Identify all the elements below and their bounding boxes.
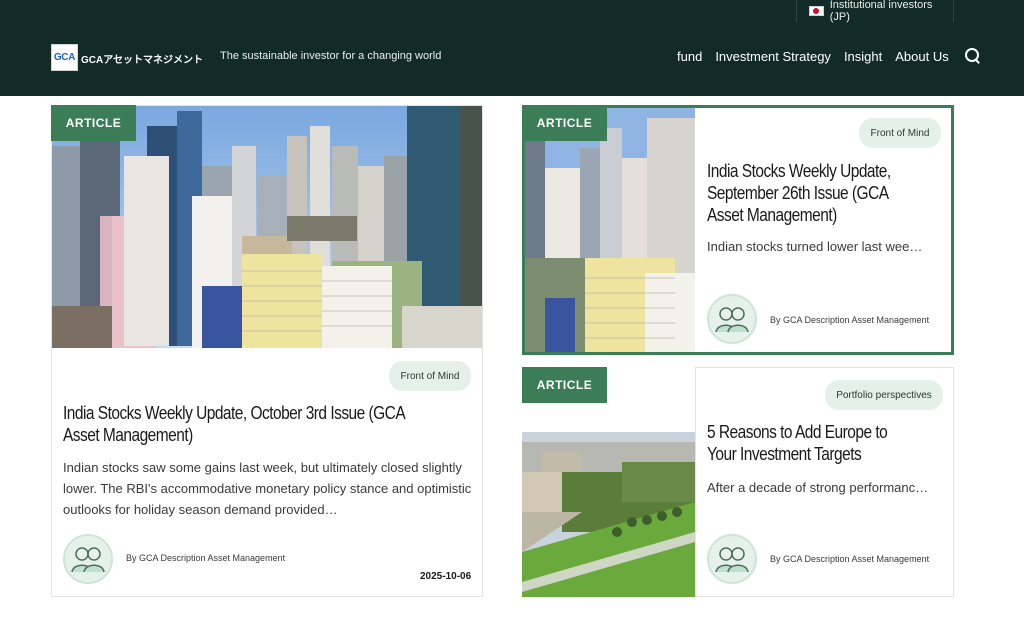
publish-date: 2025-10-06 xyxy=(420,571,472,582)
language-label: Institutional investors (JP) xyxy=(829,0,933,23)
logo[interactable]: GCA xyxy=(51,44,78,71)
article-excerpt: Indian stocks saw some gains last week, … xyxy=(63,460,472,517)
article-title[interactable]: 5 Reasons to Add Europe to Your Investme… xyxy=(707,421,913,465)
tagline: The sustainable investor for a changing … xyxy=(220,50,442,62)
category-tag[interactable]: Front of Mind xyxy=(859,118,941,148)
nav-investment-strategy[interactable]: Investment Strategy xyxy=(715,49,831,64)
article-card-1[interactable]: ARTICLE Front of Mind India Stocks Weekl… xyxy=(51,105,483,597)
article-badge: ARTICLE xyxy=(522,105,607,141)
main-nav: fund Investment Strategy Insight About U… xyxy=(677,48,981,64)
article-excerpt: After a decade of strong performanc… xyxy=(707,480,929,495)
article-title[interactable]: India Stocks Weekly Update, October 3rd … xyxy=(63,402,407,446)
japan-flag-icon xyxy=(809,6,824,16)
article-image-city xyxy=(52,106,482,348)
article-card-2[interactable]: ARTICLE Front of Mind India Stocks Weekl… xyxy=(522,105,954,355)
author-name: By GCA Description Asset Management xyxy=(770,554,930,564)
language-switcher[interactable]: Institutional investors (JP) xyxy=(796,0,954,23)
nav-fund[interactable]: fund xyxy=(677,49,702,64)
logo-mark: GCA xyxy=(53,52,76,63)
article-badge: ARTICLE xyxy=(522,367,607,403)
category-tag[interactable]: Front of Mind xyxy=(389,361,471,391)
author-avatar-icon xyxy=(707,534,757,584)
search-icon[interactable] xyxy=(964,48,981,64)
author-name: By GCA Description Asset Management xyxy=(770,315,930,325)
author-name: By GCA Description Asset Management xyxy=(126,553,286,563)
author-avatar-icon xyxy=(707,294,757,344)
nav-about-us[interactable]: About Us xyxy=(895,49,948,64)
article-image-park xyxy=(522,432,695,597)
logo-text[interactable]: GCAアセットマネジメント xyxy=(81,51,203,66)
article-excerpt: Indian stocks turned lower last wee… xyxy=(707,239,923,254)
article-title[interactable]: India Stocks Weekly Update, September 26… xyxy=(707,160,913,226)
site-header: Institutional investors (JP) GCA GCAアセット… xyxy=(0,0,1024,96)
author-avatar-icon xyxy=(63,534,113,584)
category-tag[interactable]: Portfolio perspectives xyxy=(825,380,943,410)
article-card-3[interactable]: Portfolio perspectives 5 Reasons to Add … xyxy=(695,367,954,597)
article-image-city-small xyxy=(525,108,695,352)
article-badge: ARTICLE xyxy=(51,105,136,141)
nav-insight[interactable]: Insight xyxy=(844,49,882,64)
